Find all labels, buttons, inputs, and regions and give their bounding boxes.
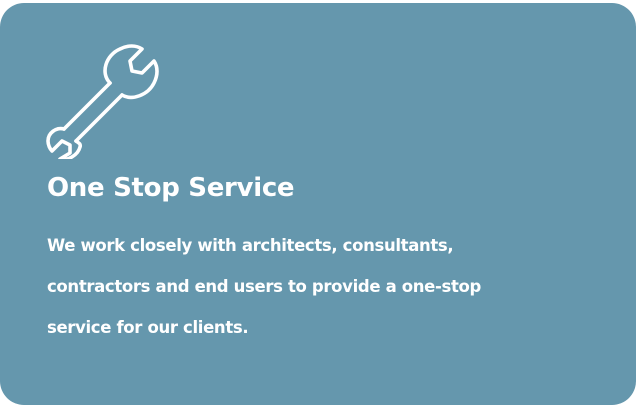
wrench-icon — [46, 44, 159, 159]
card-description: We work closely with architects, consult… — [47, 225, 607, 348]
description-line: We work closely with architects, consult… — [47, 236, 454, 255]
card-title: One Stop Service — [47, 173, 295, 203]
description-line: service for our clients. — [47, 318, 249, 337]
service-card: One Stop Service We work closely with ar… — [0, 3, 636, 405]
description-line: contractors and end users to provide a o… — [47, 277, 481, 296]
